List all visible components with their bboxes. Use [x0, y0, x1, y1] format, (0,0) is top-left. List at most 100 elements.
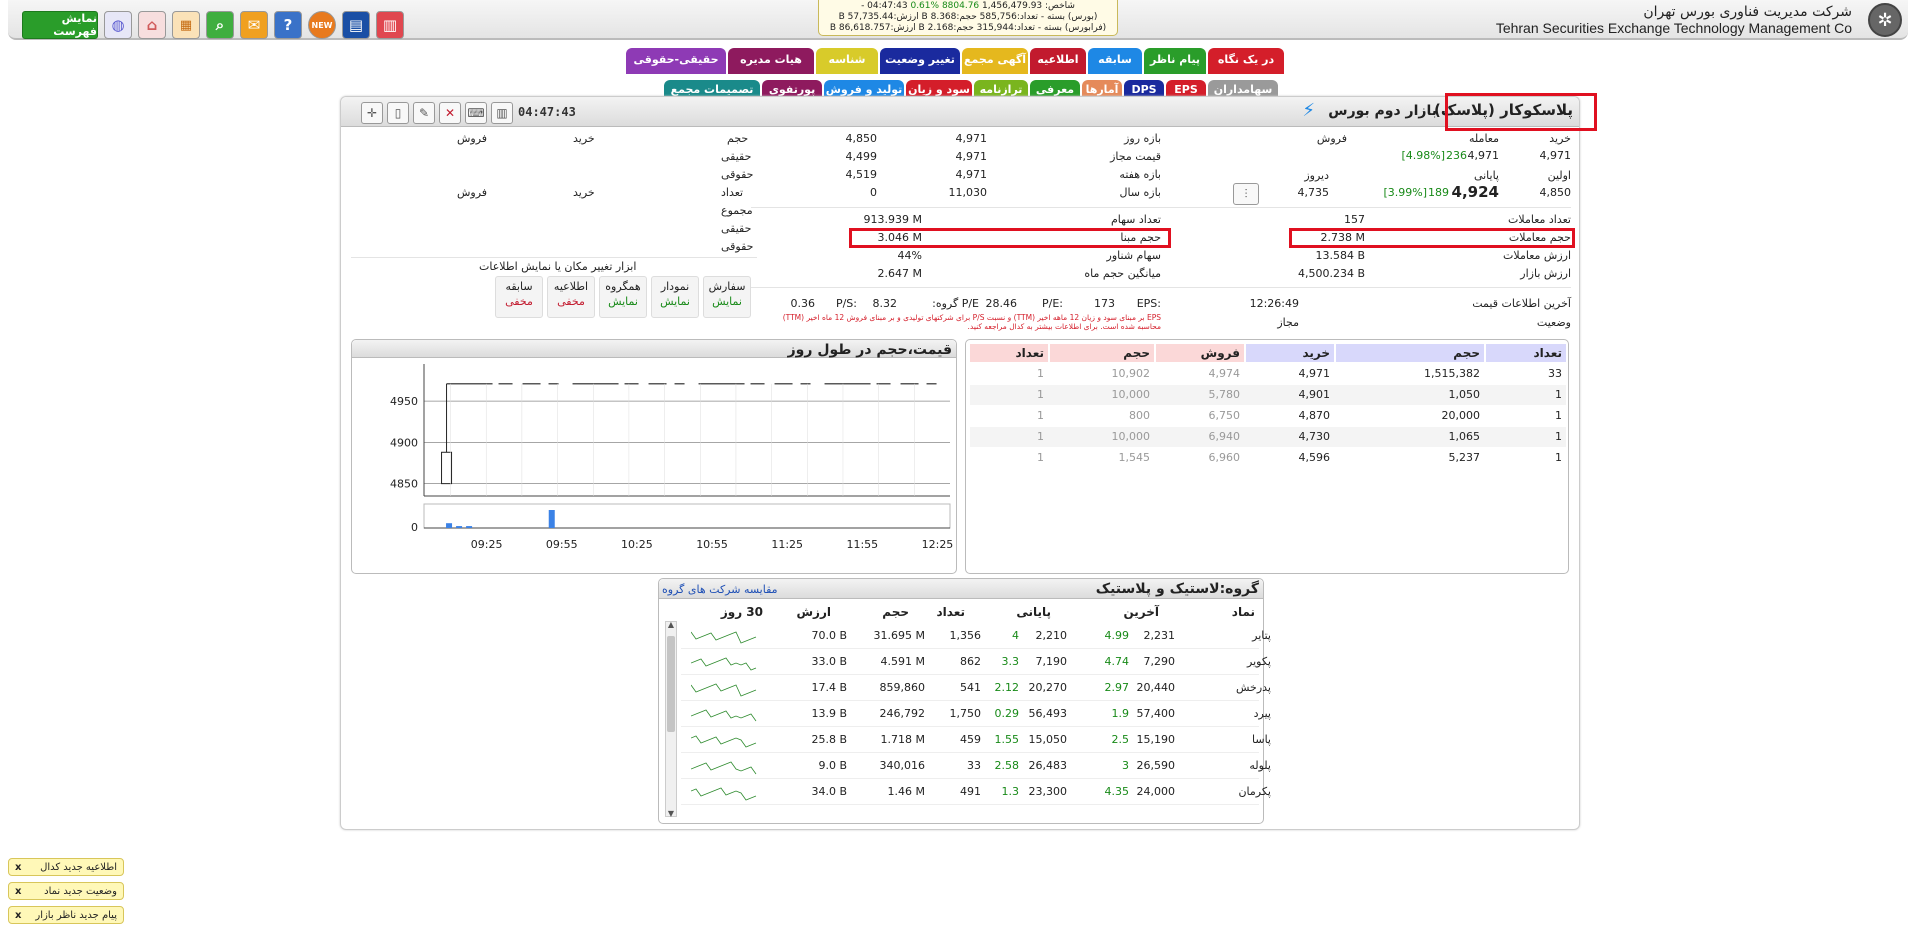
toolbox-button-state: مخفی	[557, 295, 585, 308]
group-volume: 859,860	[879, 681, 926, 694]
group-row[interactable]: پکویر 7,290 4.74 7,190 3.3 862 4.591 M 33.0 B	[681, 649, 1271, 675]
sparkline-30-days	[691, 683, 757, 697]
tab-9[interactable]: حقیقی-حقوقی	[626, 48, 726, 74]
ratios-note: EPS بر مبنای سود و زیان 12 ماهه اخیر (TT…	[782, 313, 1161, 331]
person-total: مجموع	[721, 204, 753, 217]
buy-value: 4,971	[1539, 149, 1572, 162]
ob-sell-volume: 800	[1129, 409, 1150, 422]
group-symbol: پتایر	[1252, 629, 1271, 642]
group-count: 1,750	[949, 707, 982, 720]
tab-6[interactable]: تغییر وضعیت	[880, 48, 960, 74]
market-value: 4,500.234 B	[1297, 267, 1365, 280]
bar-chart-icon[interactable]: ▥	[491, 102, 513, 124]
toolbox-button-1[interactable]: سفارش نمایش	[703, 276, 751, 318]
group-row[interactable]: پاسا 15,190 2.5 15,050 1.55 459 1.718 M 25.8 B	[681, 727, 1271, 753]
group-value: 34.0 B	[811, 785, 847, 798]
orderbook-row[interactable]: 1 1,065 4,730 6,940 10,000 1	[970, 427, 1566, 447]
person-real-2: حقیقی	[721, 222, 752, 235]
group-final: 20,270	[1028, 681, 1068, 694]
ob-sell-price: 6,960	[1208, 451, 1241, 464]
home-icon[interactable]: ⌂	[138, 11, 166, 39]
group-last: 20,440	[1136, 681, 1176, 694]
tab-3[interactable]: سابقه	[1088, 48, 1142, 74]
group-hdr-volume: حجم	[882, 605, 909, 619]
tab-2[interactable]: پیام ناظر	[1144, 48, 1206, 74]
tab-7[interactable]: شناسه	[816, 48, 878, 74]
volume-bar[interactable]	[548, 510, 555, 528]
orderbook-row[interactable]: 33 1,515,382 4,971 4,974 10,902 1	[970, 364, 1566, 384]
trades-count: 157	[1344, 213, 1365, 226]
day-range-high: 4,971	[955, 132, 988, 145]
yesterday-label: دیروز	[1304, 169, 1329, 182]
orderbook-row[interactable]: 1 5,237 4,596 6,960 1,545 1	[970, 448, 1566, 468]
toolbox-button-4[interactable]: اطلاعیه مخفی	[547, 276, 595, 318]
person-legal-2: حقوقی	[721, 240, 754, 253]
shares-label: تعداد سهام	[1110, 213, 1161, 226]
final-label: پایانی	[1473, 169, 1499, 182]
scrollbar[interactable]: ▲ ▼	[665, 620, 677, 818]
orderbook-row[interactable]: 1 1,050 4,901 5,780 10,000 1	[970, 385, 1566, 405]
group-compare-link[interactable]: مقایسه شرکت های گروه	[662, 583, 778, 596]
float-value: 44%	[897, 249, 922, 262]
keyboard-icon[interactable]: ⌨	[465, 102, 487, 124]
toolbox-button-5[interactable]: سابقه مخفی	[495, 276, 543, 318]
group-volume: 1.46 M	[887, 785, 925, 798]
group-title: گروه:لاستیک و پلاستیک	[1095, 581, 1259, 597]
help-icon[interactable]: ?	[274, 11, 302, 39]
scrollbar-thumb[interactable]	[667, 636, 675, 732]
group-row[interactable]: پیرد 57,400 1.9 56,493 0.29 1,750 246,792 13.9 …	[681, 701, 1271, 727]
scroll-down-icon[interactable]: ▼	[666, 809, 676, 818]
ob-buy-price: 4,870	[1298, 409, 1331, 422]
toolbox-button-label: نمودار	[660, 280, 690, 293]
tools-icon[interactable]: ✕	[439, 102, 461, 124]
tab-5[interactable]: آگهی مجمع	[962, 48, 1028, 74]
group-hdr-symbol: نماد	[1231, 605, 1255, 619]
close-icon[interactable]: x	[15, 910, 21, 921]
add-icon[interactable]: ✛	[361, 102, 383, 124]
notification[interactable]: اطلاعیه جدید کدال x	[8, 858, 124, 876]
group-row[interactable]: پکرمان 24,000 4.35 23,300 1.3 491 1.46 M 34.0 B	[681, 779, 1271, 805]
volume-bar[interactable]	[446, 523, 453, 528]
new-badge-icon[interactable]: NEW	[308, 11, 336, 39]
message-icon[interactable]: ✉	[240, 11, 268, 39]
gear-icon[interactable]: ✲	[1868, 3, 1902, 37]
eps-label: EPS:	[1136, 297, 1161, 310]
calculator-icon[interactable]: ▯	[387, 102, 409, 124]
scroll-up-icon[interactable]: ▲	[666, 620, 676, 629]
group-count: 491	[960, 785, 981, 798]
group-last-ch: 4.99	[1104, 629, 1130, 642]
group-row[interactable]: پلوله 26,590 3 26,483 2.58 33 340,016 9.0 B	[681, 753, 1271, 779]
open-candle[interactable]	[441, 451, 453, 485]
close-icon[interactable]: x	[15, 886, 21, 897]
toolbox-button-3[interactable]: همگروه نمایش	[599, 276, 647, 318]
tab-8[interactable]: هیات مدیره	[728, 48, 814, 74]
trade-label: معامله	[1469, 132, 1499, 145]
week-low: 4,519	[845, 168, 878, 181]
equalizer-icon[interactable]: ⫶	[1233, 183, 1259, 205]
search-icon[interactable]: ⌕	[206, 11, 234, 39]
intraday-chart[interactable]: 4850 4900 4950 0 09:25 09:55 10:25 10:55 11:25 11…	[352, 360, 956, 574]
grid-icon[interactable]: ▥	[376, 11, 404, 39]
toolbox-button-2[interactable]: نمودار نمایش	[651, 276, 699, 318]
group-row[interactable]: پتایر 2,231 4.99 2,210 4 1,356 31.695 M 70.0 B	[681, 623, 1271, 649]
orderbook-row[interactable]: 1 20,000 4,870 6,750 800 1	[970, 406, 1566, 426]
close-icon[interactable]: x	[15, 862, 21, 873]
chart-book-icon[interactable]: ▤	[342, 11, 370, 39]
group-final: 26,483	[1028, 759, 1068, 772]
ticker-index-change: 8804.76 %0.61	[910, 1, 980, 11]
volume-bar[interactable]	[466, 526, 473, 528]
show-list-button[interactable]: نمایش فهرست	[22, 11, 98, 39]
volume-bar[interactable]	[456, 526, 463, 528]
notification-label: اطلاعیه جدید کدال	[40, 861, 117, 873]
table-icon[interactable]: ▦	[172, 11, 200, 39]
ob-sell-volume: 10,902	[1111, 367, 1151, 380]
clock: 04:47:43	[518, 105, 576, 119]
x-tick-label: 11:55	[846, 538, 878, 551]
globe-icon[interactable]: ◍	[104, 11, 132, 39]
group-row[interactable]: پدرخش 20,440 2.97 20,270 2.12 541 859,860 17.4 …	[681, 675, 1271, 701]
tab-1[interactable]: در یک نگاه	[1208, 48, 1284, 74]
edit-icon[interactable]: ✎	[413, 102, 435, 124]
notification[interactable]: وضعیت جدید نماد x	[8, 882, 124, 900]
notification[interactable]: پیام جدید ناظر بازار x	[8, 906, 124, 924]
tab-4[interactable]: اطلاعیه	[1030, 48, 1086, 74]
